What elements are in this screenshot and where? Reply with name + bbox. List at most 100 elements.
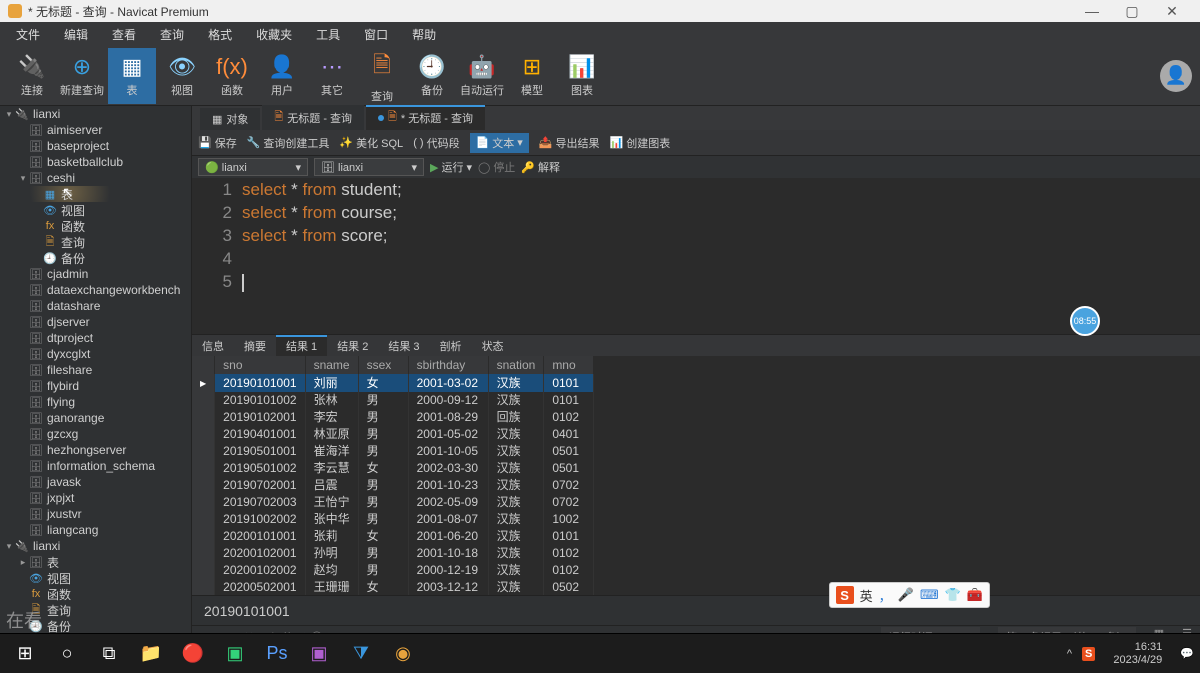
ime-toolbar[interactable]: S 英 ， 🎤 ⌨ 👕 🧰 <box>829 582 990 608</box>
result-tab-结果 1[interactable]: 结果 1 <box>276 335 327 357</box>
tab-query2[interactable]: 🗎* 无标题 - 查询 <box>366 105 485 130</box>
tree-视图[interactable]: 👁视图 <box>0 570 191 586</box>
tree-aimiserver[interactable]: 🗄aimiserver <box>0 122 191 138</box>
tree-备份[interactable]: 🕘备份 <box>0 250 191 266</box>
save-button[interactable]: 💾 保存 <box>198 135 237 151</box>
table-row[interactable]: 20200101001张莉女2001-06-20汉族0101 <box>192 528 594 545</box>
table-row[interactable]: 20190101002张林男2000-09-12汉族0101 <box>192 392 594 409</box>
avatar[interactable]: 👤 <box>1160 60 1192 92</box>
table-row[interactable]: 20190501002李云慧女2002-03-30汉族0501 <box>192 460 594 477</box>
connection-select[interactable]: 🟢 lianxi▾ <box>198 158 308 176</box>
menu-帮助[interactable]: 帮助 <box>402 24 446 45</box>
col-sname[interactable]: sname <box>305 356 358 374</box>
toolbar-模型[interactable]: ⊞模型 <box>508 48 556 104</box>
tree-ganorange[interactable]: 🗄ganorange <box>0 410 191 426</box>
ime-skin-icon[interactable]: 👕 <box>945 587 961 603</box>
toolbar-连接[interactable]: 🔌连接 <box>8 48 56 104</box>
run-button[interactable]: ▶运行 ▾ <box>430 159 472 175</box>
tray-up-icon[interactable]: ^ <box>1067 648 1072 660</box>
table-row[interactable]: 20200102001孙明男2001-10-18汉族0102 <box>192 545 594 562</box>
tree-dyxcglxt[interactable]: 🗄dyxcglxt <box>0 346 191 362</box>
tree-jxustvr[interactable]: 🗄jxustvr <box>0 506 191 522</box>
tree-lianxi[interactable]: ▾🔌lianxi <box>0 538 191 554</box>
table-row[interactable]: 20190702001吕震男2001-10-23汉族0702 <box>192 477 594 494</box>
table-row[interactable]: 20190501001崔海洋男2001-10-05汉族0501 <box>192 443 594 460</box>
tree-information_schema[interactable]: 🗄information_schema <box>0 458 191 474</box>
toolbar-表[interactable]: ▦表 <box>108 48 156 104</box>
export-result-button[interactable]: 📤 导出结果 <box>539 135 600 151</box>
tree-javask[interactable]: 🗄javask <box>0 474 191 490</box>
menu-窗口[interactable]: 窗口 <box>354 24 398 45</box>
menu-查看[interactable]: 查看 <box>102 24 146 45</box>
toolbar-备份[interactable]: 🕘备份 <box>408 48 456 104</box>
tray-sogou-icon[interactable]: S <box>1082 647 1095 661</box>
text-mode-button[interactable]: 📄 文本 ▾ <box>470 133 529 153</box>
tab-objects[interactable]: ▦对象 <box>200 108 260 130</box>
tree-ceshi[interactable]: ▾🗄ceshi <box>0 170 191 186</box>
tree-视图[interactable]: 👁视图 <box>0 202 191 218</box>
toolbar-视图[interactable]: 👁视图 <box>158 48 206 104</box>
tree-flying[interactable]: 🗄flying <box>0 394 191 410</box>
toolbar-图表[interactable]: 📊图表 <box>558 48 606 104</box>
col-mno[interactable]: mno <box>544 356 594 374</box>
tree-表[interactable]: ▸🗄表 <box>0 554 191 570</box>
col-sno[interactable]: sno <box>215 356 305 374</box>
explain-button[interactable]: 🔑 解释 <box>521 159 560 175</box>
ime-keyboard-icon[interactable]: ⌨ <box>920 587 939 603</box>
intellij-icon[interactable]: ▣ <box>300 638 338 670</box>
tree-lianxi[interactable]: ▾🔌lianxi <box>0 106 191 122</box>
minimize-button[interactable]: — <box>1072 3 1112 19</box>
beautify-sql-button[interactable]: ✨ 美化 SQL <box>339 135 403 151</box>
menu-格式[interactable]: 格式 <box>198 24 242 45</box>
connection-tree[interactable]: ▾🔌lianxi🗄aimiserver🗄baseproject🗄basketba… <box>0 106 192 647</box>
menu-收藏夹[interactable]: 收藏夹 <box>246 24 302 45</box>
tree-basketballclub[interactable]: 🗄basketballclub <box>0 154 191 170</box>
close-button[interactable]: ✕ <box>1152 3 1192 20</box>
tree-baseproject[interactable]: 🗄baseproject <box>0 138 191 154</box>
table-row[interactable]: 20190101001刘丽女2001-03-02汉族0101 <box>192 374 594 392</box>
sql-editor[interactable]: 12345 select * from student;select * fro… <box>192 178 1200 334</box>
result-tab-信息[interactable]: 信息 <box>192 335 234 357</box>
tree-cjadmin[interactable]: 🗄cjadmin <box>0 266 191 282</box>
maximize-button[interactable]: ▢ <box>1112 3 1152 20</box>
photoshop-icon[interactable]: Ps <box>258 638 296 670</box>
table-row[interactable]: 20190102001李宏男2001-08-29回族0102 <box>192 409 594 426</box>
menu-编辑[interactable]: 编辑 <box>54 24 98 45</box>
result-tab-结果 2[interactable]: 结果 2 <box>327 335 378 357</box>
taskview-button[interactable]: ⧉ <box>90 638 128 670</box>
tree-fileshare[interactable]: 🗄fileshare <box>0 362 191 378</box>
pycharm-icon[interactable]: ▣ <box>216 638 254 670</box>
tree-datashare[interactable]: 🗄datashare <box>0 298 191 314</box>
tree-dtproject[interactable]: 🗄dtproject <box>0 330 191 346</box>
toolbar-其它[interactable]: ⋯其它 <box>308 48 356 104</box>
table-row[interactable]: 20190401001林亚原男2001-05-02汉族0401 <box>192 426 594 443</box>
tree-表[interactable]: ▦表 <box>0 186 191 202</box>
toolbar-函数[interactable]: f(x)函数 <box>208 48 256 104</box>
cortana-button[interactable]: ○ <box>48 638 86 670</box>
col-ssex[interactable]: ssex <box>358 356 408 374</box>
database-select[interactable]: 🗄 lianxi▾ <box>314 158 424 176</box>
tree-dataexchangeworkbench[interactable]: 🗄dataexchangeworkbench <box>0 282 191 298</box>
ime-mic-icon[interactable]: 🎤 <box>898 587 914 603</box>
tree-flybird[interactable]: 🗄flybird <box>0 378 191 394</box>
tree-查询[interactable]: 🗎查询 <box>0 234 191 250</box>
explorer-icon[interactable]: 📁 <box>132 638 170 670</box>
tree-函数[interactable]: fx函数 <box>0 218 191 234</box>
create-chart-button[interactable]: 📊 创建图表 <box>610 135 671 151</box>
tree-liangcang[interactable]: 🗄liangcang <box>0 522 191 538</box>
col-sbirthday[interactable]: sbirthday <box>408 356 488 374</box>
windows-taskbar[interactable]: ⊞ ○ ⧉ 📁 🔴 ▣ Ps ▣ ⧩ ◉ ^ S 16:312023/4/29 … <box>0 633 1200 673</box>
menu-查询[interactable]: 查询 <box>150 24 194 45</box>
table-row[interactable]: 20200102002赵均男2000-12-19汉族0102 <box>192 562 594 579</box>
snippet-button[interactable]: ( ) 代码段 <box>413 135 459 151</box>
result-tab-结果 3[interactable]: 结果 3 <box>378 335 429 357</box>
result-tab-状态[interactable]: 状态 <box>472 335 514 357</box>
tree-djserver[interactable]: 🗄djserver <box>0 314 191 330</box>
toolbar-新建查询[interactable]: ⊕新建查询 <box>58 48 106 104</box>
notification-icon[interactable]: 💬 <box>1180 647 1194 660</box>
tree-gzcxg[interactable]: 🗄gzcxg <box>0 426 191 442</box>
chrome-icon[interactable]: 🔴 <box>174 638 212 670</box>
navicat-icon[interactable]: ◉ <box>384 638 422 670</box>
tab-query1[interactable]: 🗎无标题 - 查询 <box>262 105 364 130</box>
tree-jxpjxt[interactable]: 🗄jxpjxt <box>0 490 191 506</box>
